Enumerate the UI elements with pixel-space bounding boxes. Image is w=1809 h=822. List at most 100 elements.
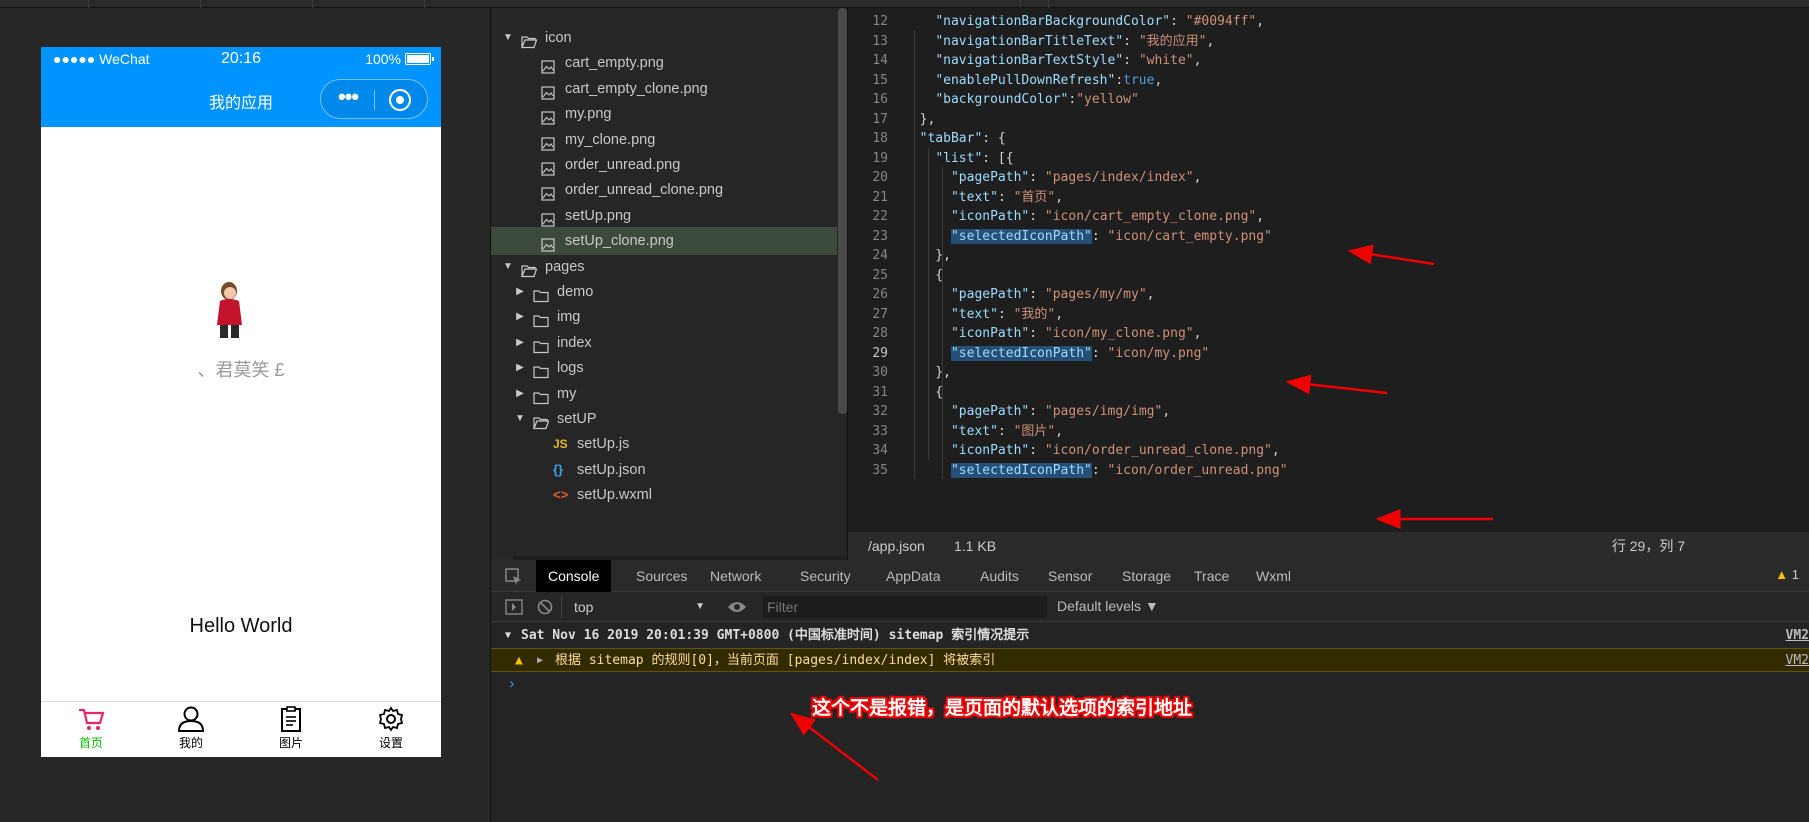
code-text: },: [904, 111, 936, 127]
tab-console[interactable]: Console: [536, 560, 612, 592]
tree-folder-index[interactable]: ▶ index: [491, 329, 837, 357]
file-path: /app.json: [868, 538, 925, 554]
chevron-right-icon[interactable]: ▶: [513, 329, 527, 357]
tree-scrollbar[interactable]: [838, 8, 847, 414]
code-line[interactable]: 27 "text": "我的",: [848, 304, 1809, 326]
tree-folder-logs[interactable]: ▶ logs: [491, 354, 837, 382]
tree-file-my-clone-png[interactable]: my_clone.png: [491, 126, 837, 154]
clear-console-icon[interactable]: [537, 599, 553, 615]
code-line[interactable]: 26 "pagePath": "pages/my/my",: [848, 284, 1809, 306]
warning-icon: ▲: [1775, 567, 1792, 582]
tab-storage[interactable]: Storage: [1110, 560, 1183, 592]
warning-text: 根据 sitemap 的规则[0]，当前页面 [pages/index/inde…: [555, 653, 996, 668]
tree-folder-demo[interactable]: ▶ demo: [491, 278, 837, 306]
code-editor[interactable]: 12 "navigationBarBackgroundColor": "#009…: [848, 8, 1809, 532]
close-target-icon[interactable]: [389, 89, 411, 111]
tab-appdata[interactable]: AppData: [874, 560, 952, 592]
code-line[interactable]: 13 "navigationBarTitleText": "我的应用",: [848, 31, 1809, 53]
tree-folder-pages[interactable]: ▼ pages: [491, 253, 837, 281]
tree-file-my-png[interactable]: my.png: [491, 100, 837, 128]
code-line[interactable]: 32 "pagePath": "pages/img/img",: [848, 401, 1809, 423]
code-line[interactable]: 28 "iconPath": "icon/my_clone.png",: [848, 323, 1809, 345]
tree-item-label: cart_empty_clone.png: [565, 80, 708, 97]
code-line[interactable]: 12 "navigationBarBackgroundColor": "#009…: [848, 11, 1809, 33]
code-line[interactable]: 29 "selectedIconPath": "icon/my.png": [848, 343, 1809, 365]
tab-label-my: 我的: [178, 736, 203, 750]
tree-file-cart-empty-clone-png[interactable]: cart_empty_clone.png: [491, 75, 837, 103]
code-line[interactable]: 16 "backgroundColor":"yellow": [848, 89, 1809, 111]
chevron-down-icon[interactable]: ▼: [501, 24, 515, 52]
chevron-right-icon[interactable]: ▶: [513, 380, 527, 408]
code-line[interactable]: 20 "pagePath": "pages/index/index",: [848, 167, 1809, 189]
code-text: "iconPath": "icon/order_unread_clone.png…: [950, 443, 1280, 458]
code-line[interactable]: 14 "navigationBarTextStyle": "white",: [848, 50, 1809, 72]
console-warning-row[interactable]: ▲ ▶ 根据 sitemap 的规则[0]，当前页面 [pages/index/…: [491, 648, 1809, 672]
tab-my[interactable]: 我的: [141, 706, 241, 756]
tree-file-cart-empty-png[interactable]: cart_empty.png: [491, 49, 837, 77]
code-line[interactable]: 24 },: [848, 245, 1809, 267]
sidebar-toggle-icon[interactable]: [505, 599, 523, 615]
tab-label-settings: 设置: [378, 736, 403, 750]
code-line[interactable]: 33 "text": "图片",: [848, 421, 1809, 443]
tree-file-setup-wxml[interactable]: <> setUp.wxml: [491, 481, 837, 509]
line-number: 29: [872, 345, 888, 361]
context-select[interactable]: top ▼: [561, 596, 709, 618]
code-line[interactable]: 35 "selectedIconPath": "icon/order_unrea…: [848, 460, 1809, 482]
code-line[interactable]: 34 "iconPath": "icon/order_unread_clone.…: [848, 440, 1809, 462]
tree-item-label: setUp.wxml: [577, 487, 652, 504]
collapse-arrow-icon[interactable]: ▼: [505, 624, 511, 648]
warning-counter[interactable]: ▲ 1: [1775, 567, 1799, 582]
navigation-bar: 我的应用 •••: [41, 71, 441, 127]
tree-item-label: index: [557, 334, 592, 351]
filter-input[interactable]: [763, 596, 1047, 618]
expand-arrow-icon[interactable]: ▶: [537, 649, 543, 673]
code-text: "navigationBarTitleText": "我的应用",: [935, 33, 1215, 49]
tree-file-setup-png[interactable]: setUp.png: [491, 202, 837, 230]
code-text: },: [904, 248, 951, 263]
log-levels-dropdown[interactable]: Default levels ▼: [1057, 598, 1159, 614]
tab-security[interactable]: Security: [788, 560, 863, 592]
code-line[interactable]: 31 {: [848, 382, 1809, 404]
chevron-right-icon[interactable]: ▶: [513, 303, 527, 331]
code-line[interactable]: 30 },: [848, 362, 1809, 384]
tab-sources[interactable]: Sources: [624, 560, 699, 592]
console-prompt[interactable]: ›: [507, 674, 517, 693]
tree-file-setup-clone-png[interactable]: setUp_clone.png: [491, 227, 837, 256]
tree-file-order-unread-png[interactable]: order_unread.png: [491, 151, 837, 179]
code-line[interactable]: 15 "enablePullDownRefresh":true,: [848, 70, 1809, 92]
code-line[interactable]: 18 "tabBar": {: [848, 128, 1809, 150]
code-line[interactable]: 22 "iconPath": "icon/cart_empty_clone.pn…: [848, 206, 1809, 228]
tree-folder-setup[interactable]: ▼ setUP: [491, 405, 837, 433]
tab-wxml[interactable]: Wxml: [1244, 560, 1303, 592]
console-group-header[interactable]: ▼ Sat Nov 16 2019 20:01:39 GMT+0800 (中国标…: [491, 624, 1809, 648]
eye-icon[interactable]: [727, 600, 747, 614]
tab-audits[interactable]: Audits: [968, 560, 1031, 592]
tree-file-order-unread-clone-png[interactable]: order_unread_clone.png: [491, 176, 837, 204]
tab-images[interactable]: 图片: [241, 706, 341, 756]
chevron-right-icon[interactable]: ▶: [513, 354, 527, 382]
line-number: 13: [872, 33, 888, 49]
tab-sensor[interactable]: Sensor: [1036, 560, 1104, 592]
tree-folder-icon[interactable]: ▼ icon: [491, 24, 837, 52]
chevron-down-icon[interactable]: ▼: [513, 405, 527, 433]
source-link[interactable]: VM2: [1786, 649, 1809, 673]
tree-file-setup-json[interactable]: {} setUp.json: [491, 456, 837, 484]
tree-folder-img[interactable]: ▶ img: [491, 303, 837, 331]
tab-network[interactable]: Network: [698, 560, 773, 592]
code-text: "iconPath": "icon/cart_empty_clone.png",: [950, 209, 1265, 224]
chevron-right-icon[interactable]: ▶: [513, 278, 527, 306]
code-line[interactable]: 21 "text": "首页",: [848, 187, 1809, 209]
code-line[interactable]: 23 "selectedIconPath": "icon/cart_empty.…: [848, 226, 1809, 248]
more-dots-icon[interactable]: •••: [331, 86, 365, 110]
tab-settings[interactable]: 设置: [341, 706, 441, 756]
tab-trace[interactable]: Trace: [1182, 560, 1241, 592]
tab-home[interactable]: 首页: [41, 706, 141, 756]
chevron-down-icon[interactable]: ▼: [501, 253, 515, 281]
code-line[interactable]: 17 },: [848, 109, 1809, 131]
code-line[interactable]: 19 "list": [{: [848, 148, 1809, 170]
code-line[interactable]: 25 {: [848, 265, 1809, 287]
source-link[interactable]: VM2: [1786, 624, 1809, 648]
tree-file-setup-js[interactable]: JS setUp.js: [491, 430, 837, 458]
tree-folder-my[interactable]: ▶ my: [491, 380, 837, 408]
inspect-icon[interactable]: [505, 568, 523, 586]
